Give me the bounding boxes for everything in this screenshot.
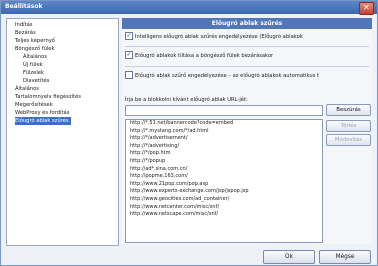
window-title: Beállítások [5,3,43,10]
url-prompt-label: Írja be a blokkolni kívánt előugró ablak… [125,97,248,103]
checkbox-enable-popup-filter[interactable] [125,70,133,79]
nav-item-uj-fulek[interactable]: Új fülek [23,61,43,69]
panel-heading: Előugró ablak szűrés [122,18,372,29]
modify-url-button[interactable]: Módosítás [326,134,371,146]
option-intelligent-filter-label: Intelligens előugró ablak szűrés engedél… [135,34,303,40]
option-block-on-tab-close[interactable]: ✓ Előugró ablakok tiltása a böngésző füle… [125,50,274,61]
list-item[interactable]: http://*/popup [126,158,322,166]
nav-item-fulek-altalanos[interactable]: Általános [23,53,47,61]
nav-item-megerositesek[interactable]: Megerősítések [15,101,53,109]
list-item[interactable]: http://*/advertising/ [126,143,322,151]
list-item[interactable]: http://ad*.sina.com.cn/ [126,166,322,174]
nav-item-diavetites[interactable]: Diavetítés [23,77,49,85]
nav-item-bezaras[interactable]: Bezárás [15,29,36,37]
settings-nav-tree: Indítás Bezárás Teljes képernyő Böngésző… [6,18,119,246]
checkbox-block-on-tab-close[interactable]: ✓ [125,50,133,59]
settings-window: Beállítások ✕ Indítás Bezárás Teljes kép… [0,0,378,266]
popup-filter-panel: Előugró ablak szűrés ✓ Intelligens előugr… [122,18,372,244]
title-bar[interactable]: Beállítások ✕ [1,1,377,15]
url-input[interactable] [125,105,323,116]
list-item[interactable]: http://www.21pop.com/pop.asp [126,181,322,189]
close-button[interactable]: ✕ [359,2,374,15]
list-item[interactable]: http://www.netcenter.com/misc/snf/ [126,204,322,212]
nav-item-inditas[interactable]: Indítás [15,21,32,29]
divider [125,66,369,67]
list-item[interactable]: http://*.51.net/bannercode?code=embed [126,120,322,128]
list-item[interactable]: http://www.geocities.com/ad_container/ [126,196,322,204]
cancel-button[interactable]: Mégse [319,250,371,264]
option-intelligent-filter[interactable]: ✓ Intelligens előugró ablak szűrés engedé… [125,31,303,42]
list-item[interactable]: http://*.mystang.com/*/ad.html [126,128,322,136]
nav-item-teljes-kepernyo[interactable]: Teljes képernyő [15,37,55,45]
list-item[interactable]: http://popme.163.com/ [126,173,322,181]
list-item[interactable]: http://www.netscape.com/misc/snf/ [126,211,322,219]
blocked-url-list[interactable]: http://*.51.net/bannercode?code=embed ht… [125,119,323,243]
list-item[interactable]: http://www.experts-exchange.com/jsp/jspo… [126,188,322,196]
checkbox-intelligent-filter[interactable]: ✓ [125,31,133,40]
nav-item-bongeszo-fulek[interactable]: Böngésző fülek [15,45,55,53]
nav-item-tartalomnyelv[interactable]: Tartalomnyelv fiegészítés [15,93,81,101]
list-item[interactable]: http://*/advertisement/ [126,135,322,143]
list-item[interactable]: http://*/pop.htm [126,150,322,158]
add-url-button[interactable]: Beszúrás [326,104,371,116]
nav-item-webproxy[interactable]: WebProxy és fordítás [15,109,69,117]
delete-url-button[interactable]: Törlés [326,120,371,132]
option-block-on-tab-close-label: Előugró ablakok tiltása a böngésző fülek… [135,53,274,59]
close-icon: ✕ [363,3,370,12]
nav-item-fulzelek[interactable]: Fülzelek [23,69,44,77]
ok-button[interactable]: Ok [263,250,315,264]
nav-item-elougro-ablak-szures[interactable]: Előugró ablak szűrés [15,117,71,125]
option-enable-popup-filter-label: Előugró ablak szűrő engedélyezése – az e… [135,73,319,79]
nav-item-altalanos[interactable]: Általános [15,85,39,93]
option-enable-popup-filter[interactable]: Előugró ablak szűrő engedélyezése – az e… [125,70,319,81]
divider [125,46,369,47]
